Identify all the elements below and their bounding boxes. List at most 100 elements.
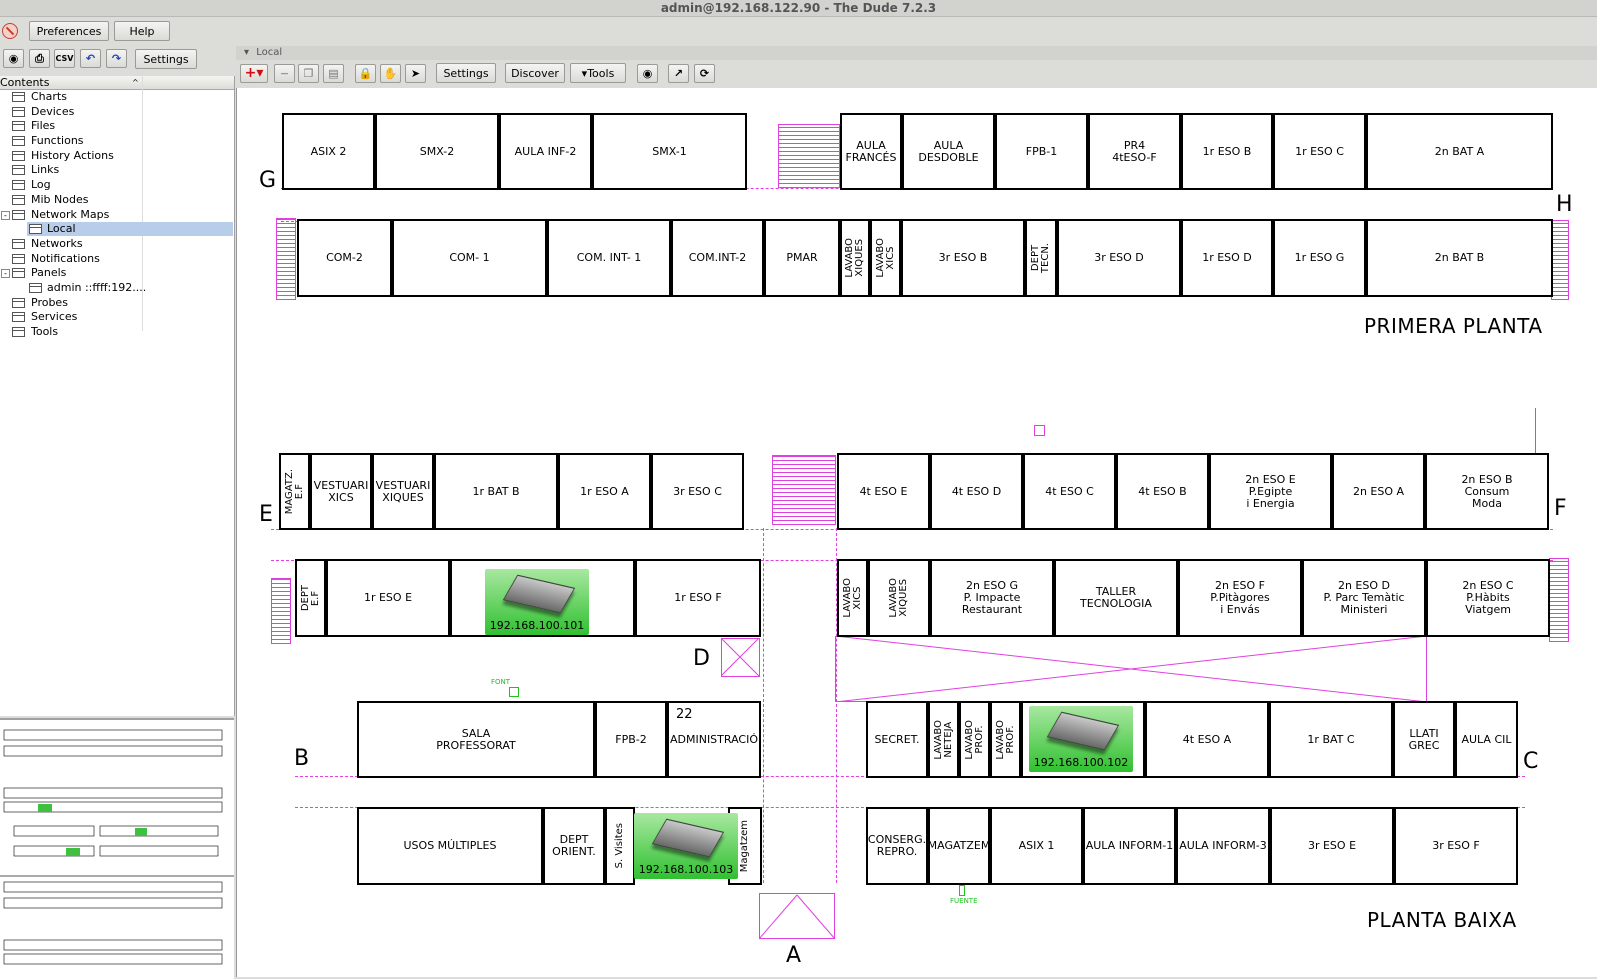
redo-icon[interactable]: ↷ — [106, 49, 127, 68]
map-room[interactable]: COM. INT- 1 — [547, 219, 671, 297]
map-room[interactable]: SALA PROFESSORAT — [357, 701, 595, 778]
tree-item[interactable]: Functions — [0, 134, 234, 149]
map-canvas[interactable]: PRIMERA PLANTA PLANTA BAIXA G H E F D B … — [236, 88, 1597, 977]
map-room[interactable]: SECRET. — [866, 701, 928, 778]
find-icon[interactable]: ◉ — [637, 64, 658, 83]
preferences-button[interactable]: Preferences — [29, 21, 109, 41]
map-room[interactable]: 2n ESO B Consum Moda — [1425, 453, 1549, 530]
map-room[interactable]: USOS MÚLTIPLES — [357, 807, 543, 885]
contents-header[interactable]: Contents ^ — [0, 76, 234, 90]
tree-item[interactable]: Files — [0, 119, 234, 134]
map-room[interactable]: 3r ESO F — [1394, 807, 1518, 885]
map-room[interactable]: ASIX 1 — [990, 807, 1083, 885]
device-switch[interactable]: 192.168.100.101 — [485, 569, 589, 635]
map-room[interactable]: 4t ESO D — [930, 453, 1023, 530]
map-room[interactable]: COM.INT-2 — [671, 219, 764, 297]
map-room[interactable]: MAGATZ. E.F — [279, 453, 310, 530]
binoculars-icon[interactable]: ◉ — [3, 49, 24, 68]
map-room[interactable]: AULA INF-2 — [499, 113, 592, 190]
device-switch[interactable]: 192.168.100.103 — [634, 813, 738, 879]
tree-item[interactable]: - Panels — [0, 266, 234, 281]
remove-icon[interactable]: − — [274, 64, 295, 83]
map-room[interactable]: AULA INFORM-1 — [1083, 807, 1176, 885]
map-room[interactable]: 2n BAT A — [1366, 113, 1553, 190]
map-room[interactable]: 1r ESO E — [326, 559, 450, 637]
map-room[interactable]: AULA CIL — [1455, 701, 1518, 778]
map-room[interactable]: 4t ESO B — [1116, 453, 1209, 530]
map-room[interactable]: DEPT TECN. — [1025, 219, 1057, 297]
lock-icon[interactable]: 🔒 — [355, 64, 376, 83]
help-button[interactable]: Help — [114, 21, 170, 41]
left-settings-button[interactable]: Settings — [135, 49, 197, 69]
map-room[interactable]: 1r ESO B — [1181, 113, 1273, 190]
map-room[interactable]: S. Visites — [605, 807, 635, 885]
map-room[interactable]: 2n ESO C P.Hàbits Viatgem — [1426, 559, 1550, 637]
map-room[interactable]: MAGATZEM — [928, 807, 990, 885]
map-room[interactable]: 3r ESO C — [651, 453, 744, 530]
tree-item[interactable]: Probes — [0, 296, 234, 311]
map-room[interactable]: 2n BAT B — [1366, 219, 1553, 297]
map-room[interactable]: 3r ESO E — [1270, 807, 1394, 885]
tree-item[interactable]: admin ::ffff:192.... — [0, 281, 234, 296]
map-room[interactable]: 2n ESO D P. Parc Temàtic Ministeri — [1302, 559, 1426, 637]
map-room[interactable]: COM- 1 — [392, 219, 547, 297]
tree-item[interactable]: Mib Nodes — [0, 193, 234, 208]
map-room[interactable]: 4t ESO E — [837, 453, 930, 530]
map-room[interactable]: LAVABO NETEJA — [928, 701, 959, 778]
tree-item[interactable]: Charts — [0, 90, 234, 105]
map-room[interactable]: AULA INFORM-3 — [1176, 807, 1270, 885]
map-room[interactable]: LAVABO XICS — [837, 559, 868, 637]
hand-icon[interactable]: ✋ — [380, 64, 401, 83]
map-room[interactable]: 1r ESO C — [1273, 113, 1366, 190]
discover-button[interactable]: Discover — [505, 63, 565, 83]
tree-item[interactable]: Devices — [0, 105, 234, 120]
tree-item[interactable]: History Actions — [0, 149, 234, 164]
add-icon[interactable]: +▾ — [240, 64, 268, 83]
map-room[interactable]: LAVABO XIQUES — [868, 559, 930, 637]
tree-item[interactable]: Local — [0, 222, 234, 237]
map-room[interactable]: 2n ESO E P.Egipte i Energia — [1209, 453, 1332, 530]
copy-icon[interactable]: ❐ — [298, 64, 319, 83]
map-room[interactable]: 3r ESO D — [1057, 219, 1181, 297]
map-room[interactable]: FPB-2 — [595, 701, 667, 778]
map-room[interactable]: LAVABO XIQUES — [840, 219, 870, 297]
link-icon[interactable]: ↗ — [668, 64, 689, 83]
map-room[interactable]: DEPT E.F — [295, 559, 326, 637]
map-room[interactable]: 1r ESO A — [558, 453, 651, 530]
tree-item[interactable]: Log — [0, 178, 234, 193]
tree-item[interactable]: Links — [0, 163, 234, 178]
map-room[interactable]: 1r ESO D — [1181, 219, 1273, 297]
map-room[interactable]: VESTUARI XIQUES — [372, 453, 434, 530]
map-room[interactable]: FPB-1 — [995, 113, 1088, 190]
map-room[interactable]: COM-2 — [297, 219, 392, 297]
tools-button[interactable]: ▾Tools — [570, 63, 626, 83]
map-room[interactable]: LAVABO PROF. — [959, 701, 990, 778]
tree-item[interactable]: Tools — [0, 325, 234, 340]
map-tab-header[interactable]: ▾ Local — [236, 46, 1597, 60]
tree-item[interactable]: Services — [0, 310, 234, 325]
map-room[interactable]: PMAR — [764, 219, 840, 297]
undo-icon[interactable]: ↶ — [80, 49, 101, 68]
map-room[interactable]: PR4 4tESO-F — [1088, 113, 1181, 190]
map-settings-button[interactable]: Settings — [436, 63, 496, 83]
map-room[interactable]: DEPT ORIENT. — [543, 807, 605, 885]
map-room[interactable]: SMX-2 — [375, 113, 499, 190]
print-icon[interactable]: ⎙ — [29, 49, 50, 68]
map-room[interactable]: ASIX 2 — [282, 113, 375, 190]
map-room[interactable]: 4t ESO A — [1145, 701, 1269, 778]
map-room[interactable]: VESTUARI XICS — [310, 453, 372, 530]
map-room[interactable]: 3r ESO B — [901, 219, 1025, 297]
map-overview[interactable] — [0, 718, 234, 979]
tree-item[interactable]: Networks — [0, 237, 234, 252]
map-room[interactable]: AULA DESDOBLE — [902, 113, 995, 190]
map-room[interactable]: CONSERG. REPRO. — [866, 807, 928, 885]
expand-toggle-icon[interactable]: - — [1, 269, 10, 279]
expand-toggle-icon[interactable]: - — [1, 210, 10, 220]
map-room[interactable]: 1r ESO G — [1273, 219, 1366, 297]
map-room[interactable]: LLATI GREC — [1393, 701, 1455, 778]
map-room[interactable]: TALLER TECNOLOGIA — [1054, 559, 1178, 637]
map-room[interactable]: AULA FRANCÉS — [840, 113, 902, 190]
pointer-icon[interactable]: ➤ — [405, 64, 426, 83]
map-room[interactable]: 1r BAT C — [1269, 701, 1393, 778]
tree-item[interactable]: - Network Maps — [0, 208, 234, 223]
